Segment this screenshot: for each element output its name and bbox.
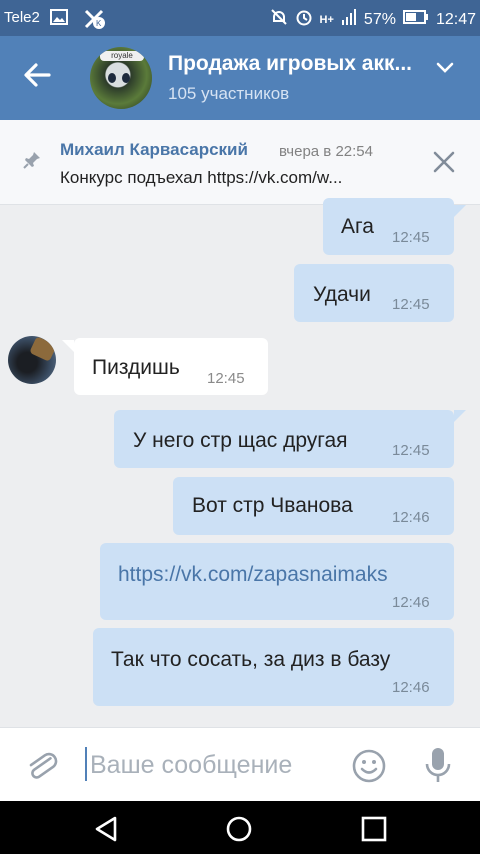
message-bubble[interactable]: Вот стр Чванова 12:46 xyxy=(173,477,454,535)
message-bubble[interactable]: Пиздишь 12:45 xyxy=(74,338,268,395)
status-bar: Tele2 K H+ 57% 12:47 xyxy=(0,0,480,36)
sender-avatar[interactable] xyxy=(8,336,56,384)
back-arrow-icon[interactable] xyxy=(22,60,62,96)
close-icon[interactable] xyxy=(432,150,456,174)
message-text: Вот стр Чванова xyxy=(192,494,353,517)
microphone-icon[interactable] xyxy=(424,746,452,786)
pinned-text: Конкурс подъехал https://vk.com/w... xyxy=(60,168,343,187)
text-cursor xyxy=(85,747,87,781)
message-time: 12:45 xyxy=(392,442,430,459)
message-text: У него стр щас другая xyxy=(133,429,348,452)
signal-icon xyxy=(341,9,357,30)
pin-icon xyxy=(22,150,42,170)
bubble-tail xyxy=(454,205,466,217)
message-text: Так что сосать, за диз в базу xyxy=(111,648,391,671)
clock: 12:47 xyxy=(435,10,476,28)
message-time: 12:46 xyxy=(392,509,430,526)
nav-back-icon[interactable] xyxy=(93,815,121,843)
mute-icon xyxy=(270,8,288,31)
message-composer xyxy=(0,727,480,802)
pinned-author: Михаил Карвасарский xyxy=(60,140,248,159)
message-time: 12:45 xyxy=(207,370,245,387)
chat-avatar[interactable]: royale xyxy=(90,47,152,109)
chat-header: royale Продажа игровых акк... 105 участн… xyxy=(0,36,480,120)
alarm-icon xyxy=(295,8,313,31)
message-time: 12:45 xyxy=(392,229,430,246)
nav-home-icon[interactable] xyxy=(225,815,253,843)
message-time: 12:45 xyxy=(392,296,430,313)
message-text: Удачи xyxy=(313,283,371,306)
message-text: Ага xyxy=(341,215,374,238)
gallery-icon xyxy=(50,9,68,30)
battery-percent: 57% xyxy=(363,10,396,28)
pinned-message[interactable]: Михаил Карвасарский вчера в 22:54 Конкур… xyxy=(0,120,480,205)
vk-notification-icon: K xyxy=(84,9,106,34)
message-time: 12:46 xyxy=(392,594,430,611)
chat-title[interactable]: Продажа игровых акк... xyxy=(168,52,430,76)
network-label: H+ xyxy=(319,13,334,26)
message-link[interactable]: https://vk.com/zapasnaimaks xyxy=(118,563,388,587)
message-bubble[interactable]: Ага 12:45 xyxy=(323,198,454,255)
battery-icon xyxy=(402,9,429,30)
navigation-bar xyxy=(0,801,480,854)
message-input[interactable] xyxy=(88,744,342,786)
svg-text:K: K xyxy=(96,19,102,28)
message-time: 12:46 xyxy=(392,679,430,696)
nav-recents-icon[interactable] xyxy=(360,815,388,843)
message-bubble[interactable]: Так что сосать, за диз в базу 12:46 xyxy=(93,628,454,706)
chevron-down-icon[interactable] xyxy=(436,60,454,74)
message-bubble[interactable]: https://vk.com/zapasnaimaks 12:46 xyxy=(100,543,454,620)
bubble-tail xyxy=(454,410,466,422)
bubble-tail xyxy=(62,340,74,352)
message-text: Пиздишь xyxy=(92,356,180,379)
pinned-time: вчера в 22:54 xyxy=(279,143,373,160)
avatar-label: royale xyxy=(100,51,144,61)
emoji-icon[interactable] xyxy=(351,748,387,784)
message-bubble[interactable]: У него стр щас другая 12:45 xyxy=(114,410,454,468)
carrier-name: Tele2 xyxy=(4,9,40,26)
member-count[interactable]: 105 участников xyxy=(168,84,289,104)
message-bubble[interactable]: Удачи 12:45 xyxy=(294,264,454,322)
paperclip-icon[interactable] xyxy=(24,748,60,784)
